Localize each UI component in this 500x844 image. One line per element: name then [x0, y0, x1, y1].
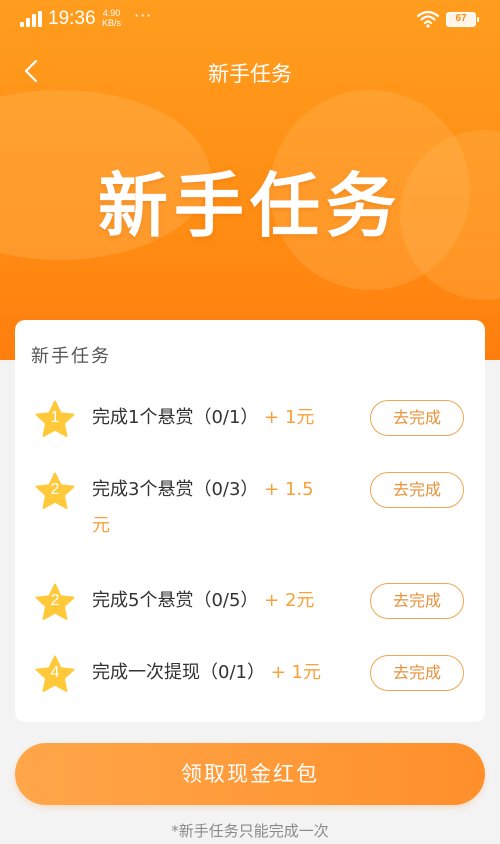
task-description: 完成1个悬赏（0/1） + 1元 — [92, 400, 332, 436]
wifi-icon — [417, 10, 439, 28]
network-speed: 4.90 KB/s — [102, 8, 121, 28]
go-complete-button[interactable]: 去完成 — [370, 472, 464, 508]
task-card: 新手任务 1 完成1个悬赏（0/1） + 1元 去完成 2 完成3个悬赏（0/3… — [15, 320, 485, 722]
network-speed-value: 4.90 — [102, 8, 121, 18]
navigation-bar: 新手任务 — [0, 48, 500, 94]
go-complete-button[interactable]: 去完成 — [370, 583, 464, 619]
footnote: *新手任务只能完成一次 — [171, 822, 329, 840]
battery-icon: 67 — [446, 12, 479, 27]
go-complete-button[interactable]: 去完成 — [370, 655, 464, 691]
task-text: 完成5个悬赏（0/5） — [92, 590, 259, 611]
task-text: 完成一次提现（0/1） — [92, 662, 265, 683]
network-speed-unit: KB/s — [102, 18, 122, 28]
go-complete-button[interactable]: 去完成 — [370, 400, 464, 436]
task-description: 完成一次提现（0/1） + 1元 — [92, 655, 352, 691]
star-icon: 1 — [35, 400, 75, 438]
star-icon: 2 — [35, 472, 75, 510]
signal-icon — [20, 11, 42, 27]
star-icon: 2 — [35, 583, 75, 621]
task-description: 完成3个悬赏（0/3） + 1.5元 — [92, 472, 322, 544]
status-time: 19:36 — [48, 8, 96, 29]
task-reward: + 2元 — [264, 590, 315, 611]
task-text: 完成3个悬赏（0/3） — [92, 479, 259, 500]
page-title: 新手任务 — [208, 62, 292, 86]
task-number: 2 — [50, 481, 60, 498]
hero-title: 新手任务 — [98, 165, 402, 247]
hero-banner: 19:36 4.90 KB/s ··· 67 新手任务 新手任务 — [0, 0, 500, 360]
card-title: 新手任务 — [31, 346, 111, 367]
task-description: 完成5个悬赏（0/5） + 2元 — [92, 583, 332, 619]
task-reward: + 1元 — [264, 407, 315, 428]
task-number: 1 — [50, 409, 60, 426]
task-number: 4 — [50, 664, 60, 681]
task-number: 2 — [50, 592, 60, 609]
more-notifications-icon: ··· — [134, 6, 153, 25]
task-reward: + 1元 — [270, 662, 321, 683]
star-icon: 4 — [35, 655, 75, 693]
status-bar: 19:36 4.90 KB/s ··· 67 — [0, 0, 500, 38]
claim-cash-red-packet-button[interactable]: 领取现金红包 — [15, 743, 485, 805]
task-text: 完成1个悬赏（0/1） — [92, 407, 259, 428]
